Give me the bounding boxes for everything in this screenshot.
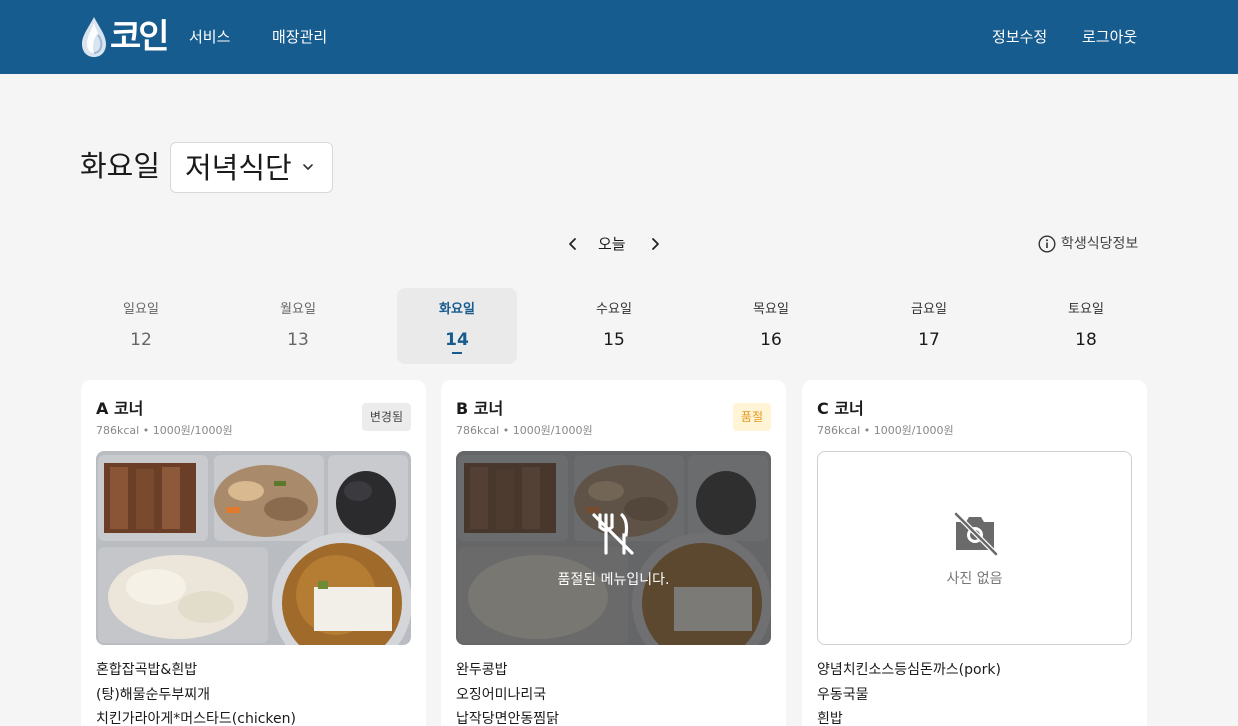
card-title: B 코너 — [456, 399, 504, 418]
list-item: 치킨가라아게*머스타드(chicken) — [96, 711, 296, 726]
day-tab-name: 금요일 — [911, 302, 947, 317]
day-tab-name: 월요일 — [280, 302, 316, 317]
no-camera-icon — [953, 511, 998, 556]
day-tab-sunday[interactable]: 일요일 12 — [81, 288, 201, 364]
chevron-right-icon — [652, 238, 659, 250]
meal-type-selected: 저녁식단 — [185, 150, 292, 185]
day-tab-saturday[interactable]: 토요일 18 — [1026, 288, 1146, 364]
chevron-left-icon — [569, 238, 576, 250]
menu-list: 완두콩밥 오징어미나리국 납작당면안동찜닭 — [456, 658, 559, 726]
soldout-overlay: 품절된 메뉴입니다. — [456, 451, 771, 645]
soldout-overlay-text: 품절된 메뉴입니다. — [557, 572, 670, 588]
cafeteria-info-link[interactable]: 학생식당정보 — [1038, 234, 1138, 254]
changed-badge: 변경됨 — [361, 403, 411, 431]
card-meta: 786kcal • 1000원/1000원 — [456, 424, 593, 437]
nav-service[interactable]: 서비스 — [189, 26, 230, 48]
no-photo-text: 사진 없음 — [946, 571, 1003, 587]
food-photo — [96, 451, 411, 645]
menu-photo[interactable] — [96, 451, 411, 645]
brand-logo[interactable]: 코인 — [80, 15, 170, 59]
no-photo-placeholder: 사진 없음 — [817, 451, 1132, 645]
nav-store-management[interactable]: 매장관리 — [272, 26, 327, 48]
chevron-down-icon — [303, 164, 313, 170]
edit-profile-link[interactable]: 정보수정 — [992, 26, 1047, 48]
page-title-day: 화요일 — [80, 149, 161, 183]
list-item: 오징어미나리국 — [456, 686, 547, 703]
day-tab-thursday[interactable]: 목요일 16 — [711, 288, 831, 364]
selected-day-indicator — [452, 352, 462, 354]
menu-card-b[interactable]: B 코너 786kcal • 1000원/1000원 품절 품절된 메뉴입니다.… — [441, 380, 786, 726]
next-week-button[interactable] — [645, 232, 665, 256]
day-tab-friday[interactable]: 금요일 17 — [869, 288, 989, 364]
day-tab-name: 목요일 — [753, 302, 789, 317]
menu-list: 양념치킨소스등심돈까스(pork) 우동국물 흰밥 — [817, 658, 1001, 726]
list-item: 흰밥 — [817, 711, 843, 726]
logo-text: 코인 — [110, 17, 170, 57]
top-navbar: 코인 서비스 매장관리 정보수정 로그아웃 — [0, 0, 1238, 74]
list-item: 양념치킨소스등심돈까스(pork) — [817, 662, 1001, 678]
day-tab-name: 토요일 — [1068, 302, 1104, 317]
menu-photo[interactable]: 품절된 메뉴입니다. — [456, 451, 771, 645]
soldout-badge: 품절 — [732, 403, 771, 431]
today-button[interactable]: 오늘 — [598, 234, 626, 254]
list-item: 납작당면안동찜닭 — [456, 711, 560, 726]
day-tab-tuesday[interactable]: 화요일 14 — [397, 288, 517, 364]
day-tab-name: 화요일 — [439, 302, 475, 317]
list-item: 우동국물 — [817, 686, 869, 703]
day-tab-date: 18 — [1075, 330, 1097, 350]
meal-type-dropdown[interactable]: 저녁식단 — [170, 142, 333, 193]
card-meta: 786kcal • 1000원/1000원 — [96, 424, 233, 437]
logout-link[interactable]: 로그아웃 — [1082, 26, 1137, 48]
droplet-logo-icon — [82, 17, 106, 57]
week-navigator: 오늘 — [563, 232, 673, 256]
menu-card-a[interactable]: A 코너 786kcal • 1000원/1000원 변경됨 혼합잡곡밥&흰밥 … — [81, 380, 426, 726]
day-tab-date: 12 — [130, 330, 152, 350]
card-meta: 786kcal • 1000원/1000원 — [817, 424, 954, 437]
day-tab-wednesday[interactable]: 수요일 15 — [554, 288, 674, 364]
day-tab-monday[interactable]: 월요일 13 — [238, 288, 358, 364]
card-title: A 코너 — [96, 399, 144, 418]
menu-list: 혼합잡곡밥&흰밥 (탕)해물순두부찌개 치킨가라아게*머스타드(chicken) — [96, 658, 296, 726]
day-tab-date: 14 — [445, 330, 469, 350]
day-tab-date: 16 — [760, 330, 782, 350]
no-utensils-icon — [592, 513, 634, 555]
day-tab-date: 15 — [603, 330, 625, 350]
list-item: 혼합잡곡밥&흰밥 — [96, 662, 198, 678]
day-tab-date: 17 — [918, 330, 940, 350]
list-item: (탕)해물순두부찌개 — [96, 686, 210, 703]
cafeteria-info-label: 학생식당정보 — [1061, 236, 1139, 252]
card-title: C 코너 — [817, 399, 864, 418]
prev-week-button[interactable] — [563, 232, 583, 256]
day-tab-name: 일요일 — [123, 302, 159, 317]
menu-card-c[interactable]: C 코너 786kcal • 1000원/1000원 사진 없음 양념치킨소스등… — [802, 380, 1147, 726]
list-item: 완두콩밥 — [456, 662, 508, 678]
day-tab-date: 13 — [287, 330, 309, 350]
day-tab-name: 수요일 — [596, 302, 632, 317]
info-circle-icon — [1038, 235, 1056, 253]
